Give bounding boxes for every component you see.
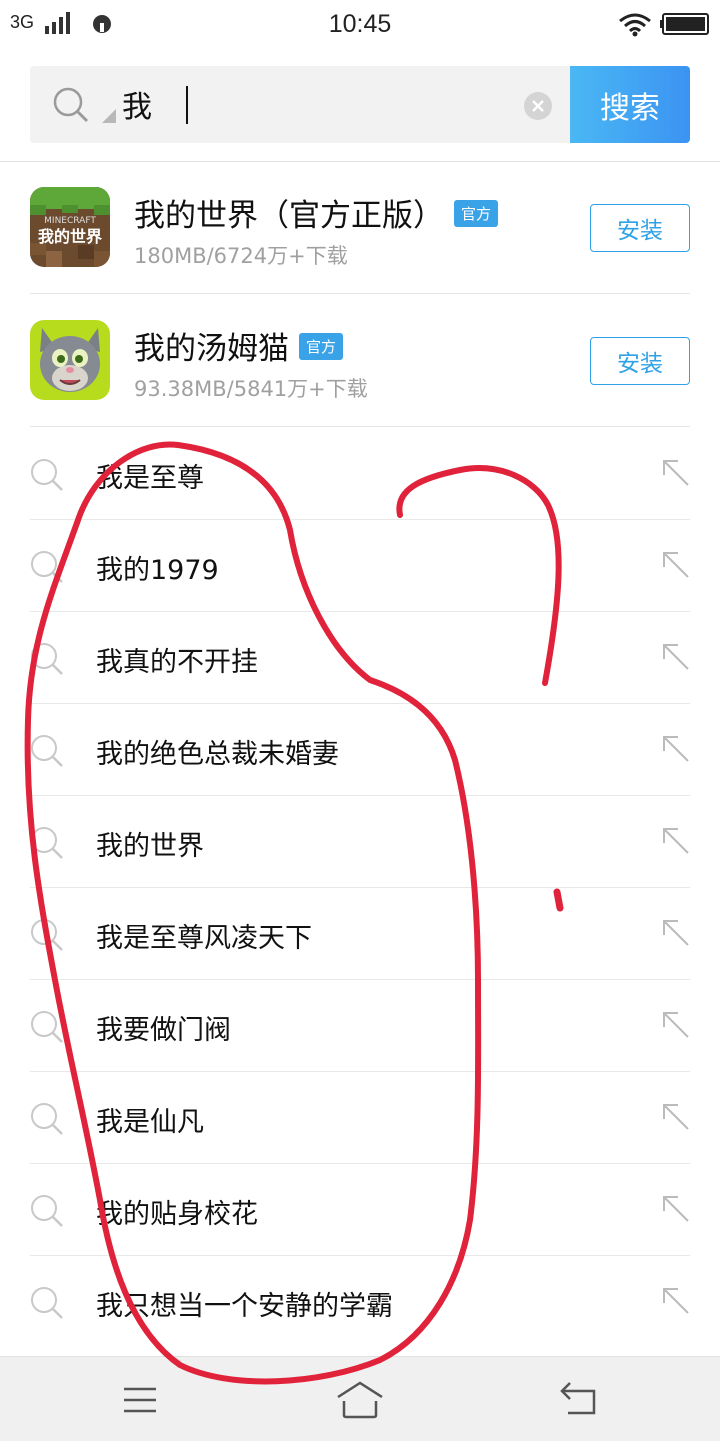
search-icon xyxy=(31,551,63,583)
app-result-row[interactable]: MINECRAFT 我的世界 我的世界（官方正版） 官方 180MB/6724万+… xyxy=(0,162,720,294)
fill-query-arrow-icon[interactable] xyxy=(662,1011,690,1039)
home-icon[interactable] xyxy=(336,1381,384,1419)
suggestion-item[interactable]: 我要做门阀 xyxy=(0,980,720,1072)
fill-query-arrow-icon[interactable] xyxy=(662,827,690,855)
search-scope-indicator xyxy=(102,109,116,123)
search-icon xyxy=(31,643,63,675)
text-cursor xyxy=(186,86,188,124)
menu-icon[interactable] xyxy=(122,1383,158,1417)
suggestion-text: 我只想当一个安静的学霸 xyxy=(96,1291,393,1322)
search-icon xyxy=(31,1103,63,1135)
clear-icon[interactable] xyxy=(524,92,552,120)
suggestion-item[interactable]: 我是仙凡 xyxy=(0,1072,720,1164)
suggestion-text: 我是至尊风凌天下 xyxy=(96,923,312,954)
status-bar: 3G 10:45 xyxy=(0,0,720,52)
search-button[interactable]: 搜索 xyxy=(570,66,690,143)
fill-query-arrow-icon[interactable] xyxy=(662,1287,690,1315)
suggestion-item[interactable]: 我的贴身校花 xyxy=(0,1164,720,1256)
suggestion-item[interactable]: 我是至尊 xyxy=(0,428,720,520)
wifi-icon xyxy=(619,13,651,37)
search-icon xyxy=(31,459,63,491)
fill-query-arrow-icon[interactable] xyxy=(662,1103,690,1131)
suggestion-item[interactable]: 我的1979 xyxy=(0,520,720,612)
search-icon xyxy=(31,827,63,859)
suggestion-text: 我的绝色总裁未婚妻 xyxy=(96,739,339,770)
official-badge: 官方 xyxy=(299,333,344,360)
search-icon xyxy=(53,87,89,123)
install-button[interactable]: 安装 xyxy=(590,337,690,385)
install-button[interactable]: 安装 xyxy=(590,204,690,252)
svg-text:MINECRAFT: MINECRAFT xyxy=(44,216,96,226)
status-time: 10:45 xyxy=(328,10,392,38)
search-icon xyxy=(31,1287,63,1319)
fill-query-arrow-icon[interactable] xyxy=(662,735,690,763)
app-result-row[interactable]: 我的汤姆猫 官方 93.38MB/5841万+下载 安装 xyxy=(0,295,720,427)
suggestion-text: 我的贴身校花 xyxy=(96,1199,258,1230)
fill-query-arrow-icon[interactable] xyxy=(662,643,690,671)
svg-text:我的世界: 我的世界 xyxy=(38,227,102,246)
fill-query-arrow-icon[interactable] xyxy=(662,919,690,947)
suggestion-text: 我是仙凡 xyxy=(96,1107,204,1138)
fill-query-arrow-icon[interactable] xyxy=(662,459,690,487)
search-box[interactable] xyxy=(30,66,570,143)
suggestion-text: 我的1979 xyxy=(96,555,219,586)
search-icon xyxy=(31,1195,63,1227)
talking-tom-app-icon[interactable] xyxy=(30,320,110,400)
suggestion-item[interactable]: 我只想当一个安静的学霸 xyxy=(0,1256,720,1348)
suggestion-item[interactable]: 我的绝色总裁未婚妻 xyxy=(0,704,720,796)
suggestion-text: 我要做门阀 xyxy=(96,1015,231,1046)
suggestion-item[interactable]: 我是至尊风凌天下 xyxy=(0,888,720,980)
search-icon xyxy=(31,919,63,951)
divider xyxy=(30,426,690,427)
minecraft-app-icon[interactable]: MINECRAFT 我的世界 xyxy=(30,187,110,267)
search-icon xyxy=(31,1011,63,1043)
suggestion-text: 我的世界 xyxy=(96,831,204,862)
search-input[interactable] xyxy=(122,80,502,128)
navigation-bar xyxy=(0,1356,720,1441)
app-name: 我的世界（官方正版） xyxy=(134,198,444,234)
suggestion-text: 我是至尊 xyxy=(96,463,204,494)
suggestion-item[interactable]: 我的世界 xyxy=(0,796,720,888)
app-name: 我的汤姆猫 xyxy=(134,331,289,367)
official-badge: 官方 xyxy=(454,200,499,227)
fill-query-arrow-icon[interactable] xyxy=(662,551,690,579)
back-icon[interactable] xyxy=(560,1381,598,1417)
suggestion-text: 我真的不开挂 xyxy=(96,647,258,678)
divider xyxy=(30,293,690,294)
app-meta: 93.38MB/5841万+下载 xyxy=(134,377,368,401)
battery-icon xyxy=(660,13,709,35)
fill-query-arrow-icon[interactable] xyxy=(662,1195,690,1223)
app-meta: 180MB/6724万+下载 xyxy=(134,244,348,268)
search-icon xyxy=(31,735,63,767)
suggestion-item[interactable]: 我真的不开挂 xyxy=(0,612,720,704)
